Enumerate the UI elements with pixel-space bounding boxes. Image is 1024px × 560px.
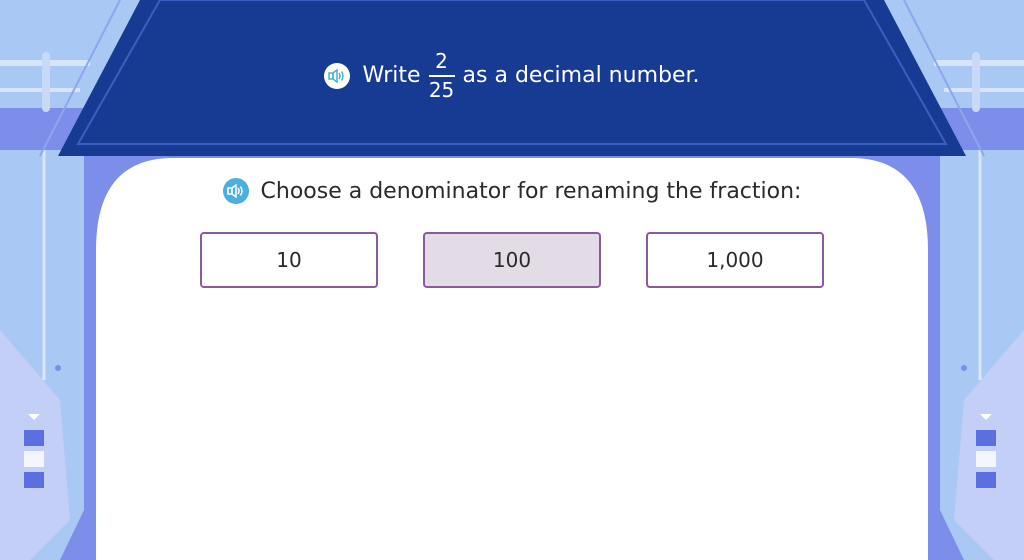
choice-label: 10 — [276, 248, 302, 272]
choice-button-1000[interactable]: 1,000 — [646, 232, 824, 288]
choice-button-10[interactable]: 10 — [200, 232, 378, 288]
fraction: 2 25 — [428, 49, 455, 102]
choice-label: 1,000 — [706, 248, 764, 272]
prompt: Choose a denominator for renaming the fr… — [0, 178, 1024, 204]
fraction-denominator: 25 — [428, 78, 455, 102]
question-text: Write 2 25 as a decimal number. — [0, 50, 1024, 101]
question-suffix: as a decimal number. — [462, 63, 700, 88]
prompt-text: Choose a denominator for renaming the fr… — [260, 178, 802, 204]
speaker-icon[interactable] — [222, 178, 249, 204]
fraction-bar — [428, 75, 455, 77]
speaker-icon[interactable] — [324, 62, 351, 89]
fraction-numerator: 2 — [435, 49, 448, 73]
question-prefix: Write — [362, 63, 421, 88]
game-stage: Write 2 25 as a decimal number. Choose a… — [0, 0, 1024, 560]
choice-group: 10 100 1,000 — [200, 232, 824, 288]
choice-label: 100 — [492, 248, 532, 272]
choice-button-100[interactable]: 100 — [423, 232, 601, 288]
